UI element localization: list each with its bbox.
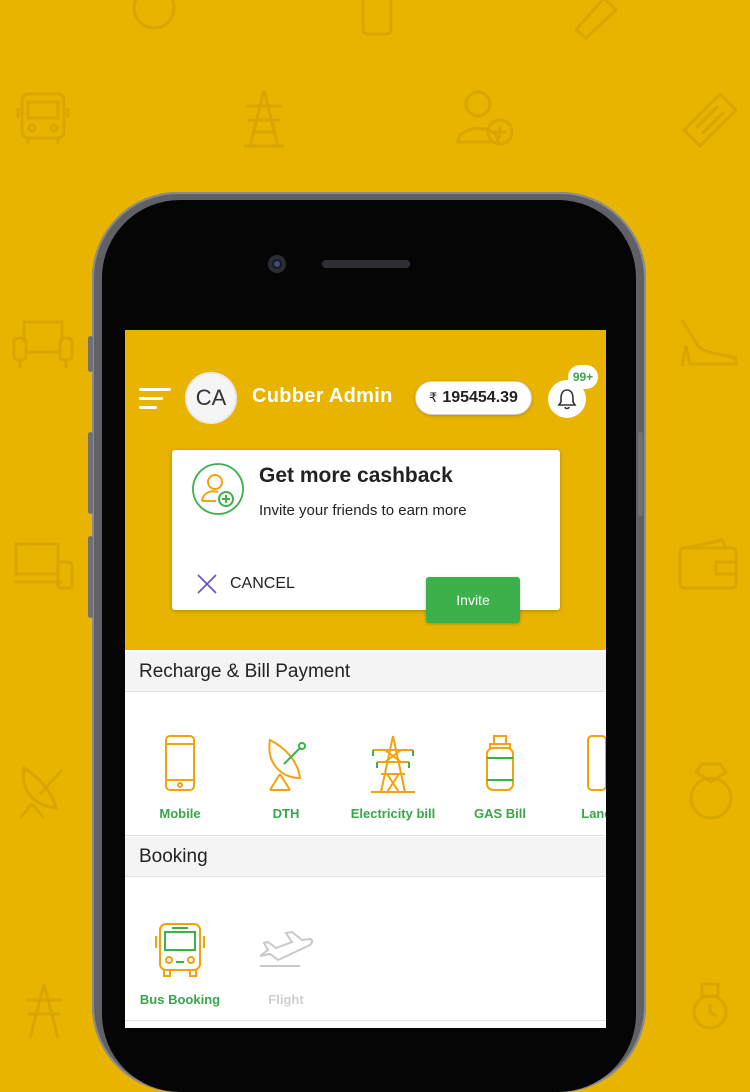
ticket-bg-icon [676, 86, 744, 154]
airplane-icon [256, 920, 316, 980]
section-divider [125, 1020, 606, 1021]
service-flight[interactable]: Flight [231, 920, 341, 1007]
tower2-bg-icon [16, 980, 72, 1040]
phone-power-button [638, 432, 643, 516]
power-tower-icon [363, 734, 423, 794]
booking-section-title: Booking [125, 837, 606, 877]
satellite-dish-icon [256, 734, 316, 794]
bell-icon [557, 389, 577, 410]
front-camera [268, 255, 286, 273]
app-header: CA Cubber Admin ₹ 195454.39 99+ Get more… [125, 330, 606, 650]
laptop-bg-icon [12, 540, 76, 592]
ring-bg-icon [128, 0, 180, 34]
invite-button[interactable]: Invite [426, 577, 520, 623]
cashback-title: Get more cashback [259, 464, 453, 487]
user-name: Cubber Admin [252, 385, 393, 407]
service-electricity[interactable]: Electricity bill [338, 734, 448, 821]
watch-bg-icon [682, 980, 738, 1040]
cancel-button[interactable]: CANCEL [196, 573, 295, 595]
phone-volume-up [88, 432, 93, 514]
service-gas[interactable]: GAS Bill [445, 734, 555, 821]
add-friend-icon [192, 463, 244, 515]
gas-cylinder-icon [470, 734, 530, 794]
app-screen: CA Cubber Admin ₹ 195454.39 99+ Get more… [125, 330, 606, 1028]
service-label: GAS Bill [473, 806, 526, 821]
service-dth[interactable]: DTH [231, 734, 341, 821]
notification-badge: 99+ [568, 365, 598, 389]
cashback-card: Get more cashback Invite your friends to… [172, 450, 560, 623]
service-label: DTH [272, 806, 300, 821]
landline-icon [578, 734, 606, 794]
service-label: Mobile [159, 806, 201, 821]
bus-bg-icon [12, 88, 74, 150]
ring-diamond-bg-icon [680, 756, 742, 824]
balance-amount: 195454.39 [442, 389, 518, 406]
mobile-icon [150, 734, 210, 794]
close-icon [197, 574, 217, 594]
tag-bg-icon [568, 0, 622, 44]
heel-bg-icon [676, 316, 740, 370]
service-landline[interactable]: Landline [553, 734, 606, 821]
phone-volume-down [88, 536, 93, 618]
sofa-bg-icon [10, 312, 76, 370]
hamburger-menu-icon[interactable] [139, 388, 171, 410]
service-label: Bus Booking [139, 992, 221, 1007]
avatar[interactable]: CA [185, 372, 237, 424]
phone-bg-icon [360, 0, 394, 38]
service-label: Electricity bill [350, 806, 436, 821]
section-divider [125, 835, 606, 836]
phone-side-button [88, 336, 93, 372]
wallet-bg-icon [676, 536, 740, 594]
cancel-label: CANCEL [230, 575, 295, 592]
recharge-section-title: Recharge & Bill Payment [125, 652, 606, 692]
dish-bg-icon [12, 756, 74, 822]
wallet-balance[interactable]: ₹ 195454.39 [415, 381, 532, 415]
rupee-symbol: ₹ [429, 390, 438, 405]
service-bus-booking[interactable]: Bus Booking [125, 920, 235, 1007]
service-label: Flight [268, 992, 304, 1007]
earpiece-speaker [322, 260, 410, 268]
service-label: Landline [581, 806, 606, 821]
service-mobile[interactable]: Mobile [125, 734, 235, 821]
tower-bg-icon [236, 86, 292, 150]
bus-icon [150, 920, 210, 980]
cashback-subtitle: Invite your friends to earn more [259, 502, 467, 519]
add-user-bg-icon [452, 86, 518, 152]
